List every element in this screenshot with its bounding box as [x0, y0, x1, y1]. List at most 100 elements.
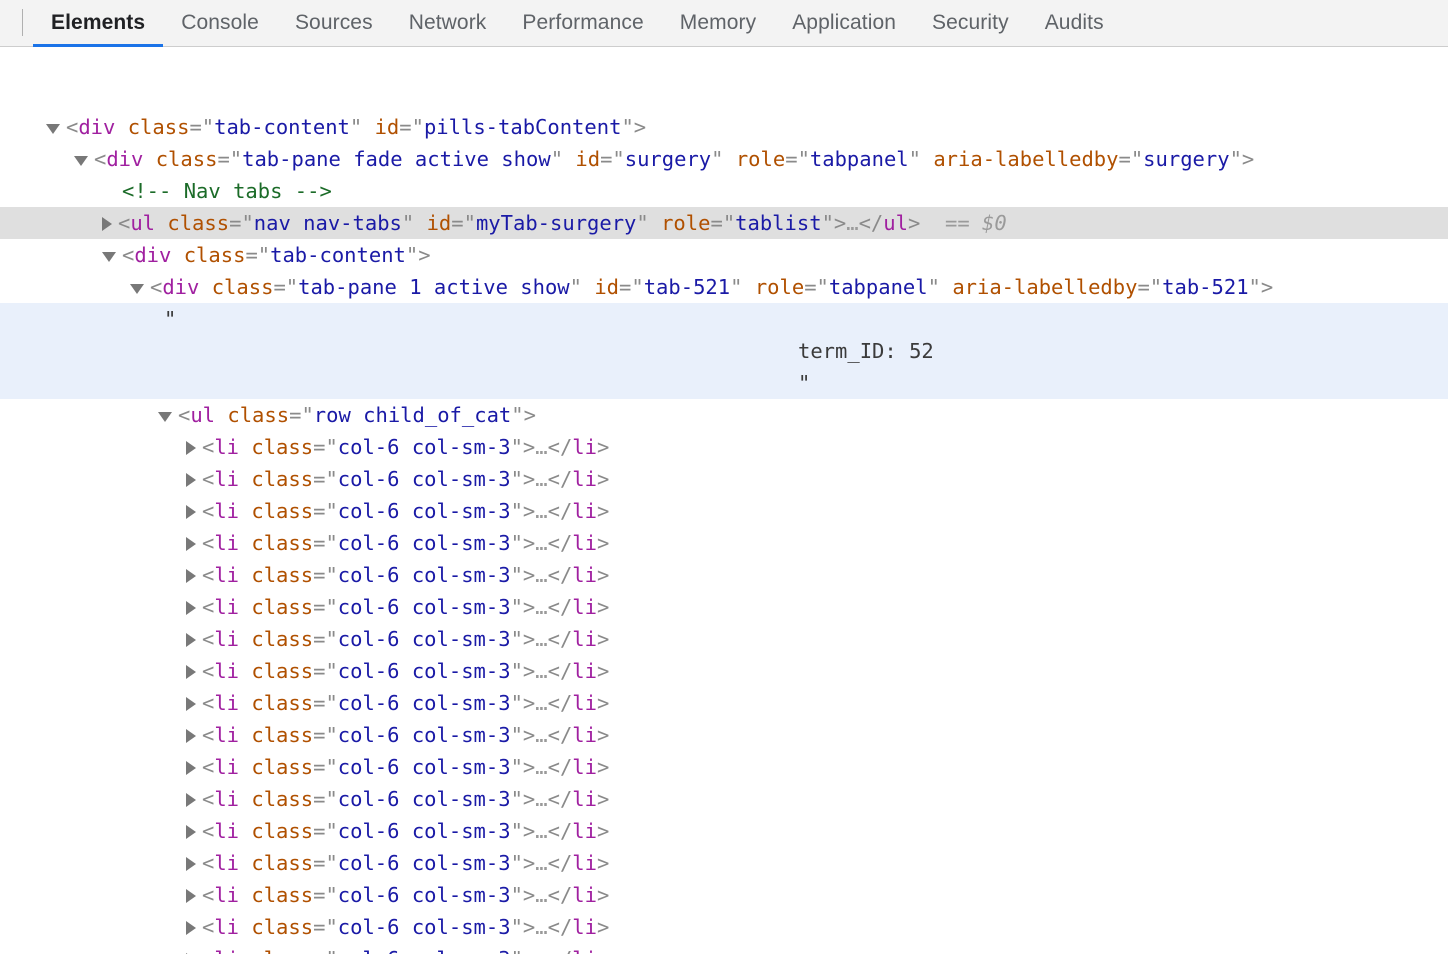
attribute-quote-close: " — [510, 659, 523, 683]
attribute-equals: = — [451, 211, 464, 235]
attribute-quote-open: " — [325, 723, 338, 747]
attribute-equals: = — [313, 819, 326, 843]
disclosure-triangle-collapsed-icon[interactable] — [186, 697, 196, 711]
disclosure-triangle-collapsed-icon[interactable] — [186, 505, 196, 519]
attribute-name: aria-labelledby — [952, 275, 1138, 299]
dom-element-row-li[interactable]: <li class="col-6 col-sm-3">…</li> — [0, 591, 1448, 623]
dom-element-row-li[interactable]: <li class="col-6 col-sm-3">…</li> — [0, 655, 1448, 687]
attribute-quote-open: " — [325, 819, 338, 843]
dom-element-row-li[interactable]: <li class="col-6 col-sm-3">…</li> — [0, 719, 1448, 751]
dom-element-row[interactable]: <div class="tab-content" id="pills-tabCo… — [0, 111, 1448, 143]
tab-application[interactable]: Application — [774, 0, 914, 46]
dom-element-row-li[interactable]: <li class="col-6 col-sm-3">…</li> — [0, 559, 1448, 591]
disclosure-triangle-expanded-icon[interactable] — [130, 284, 144, 294]
dom-element-row[interactable]: <ul class="nav nav-tabs" id="myTab-surge… — [0, 207, 1448, 239]
tab-performance[interactable]: Performance — [504, 0, 661, 46]
collapsed-children-ellipsis: … — [535, 691, 548, 715]
tab-memory[interactable]: Memory — [662, 0, 774, 46]
dom-element-row-li[interactable]: <li class="col-6 col-sm-3">…</li> — [0, 911, 1448, 943]
dom-element-row[interactable]: <div class="tab-pane 1 active show" id="… — [0, 271, 1448, 303]
angle-open: < — [202, 915, 215, 939]
dom-element-row-li[interactable]: <li class="col-6 col-sm-3">…</li> — [0, 623, 1448, 655]
tab-sources[interactable]: Sources — [277, 0, 391, 46]
disclosure-triangle-expanded-icon[interactable] — [46, 124, 60, 134]
dom-element-row-li[interactable]: <li class="col-6 col-sm-3">…</li> — [0, 751, 1448, 783]
dom-element-row-li[interactable]: <li class="col-6 col-sm-3">…</li> — [0, 495, 1448, 527]
dom-element-row-li[interactable]: <li class="col-6 col-sm-3">…</li> — [0, 815, 1448, 847]
angle-open: < — [118, 211, 131, 235]
attribute-value: col-6 col-sm-3 — [337, 595, 511, 619]
disclosure-triangle-expanded-icon[interactable] — [102, 252, 116, 262]
angle-open: < — [202, 787, 215, 811]
disclosure-triangle-expanded-icon[interactable] — [74, 156, 88, 166]
disclosure-triangle-collapsed-icon[interactable] — [186, 825, 196, 839]
attribute-name: class — [251, 659, 314, 683]
disclosure-triangle-collapsed-icon[interactable] — [186, 569, 196, 583]
attribute-quote-open: " — [257, 243, 271, 267]
disclosure-triangle-collapsed-icon[interactable] — [186, 921, 196, 935]
closing-tag-name: li — [572, 691, 597, 715]
dom-element-row-li[interactable]: <li class="col-6 col-sm-3">…</li> — [0, 783, 1448, 815]
collapsed-children-ellipsis: … — [535, 627, 548, 651]
angle-open: < — [202, 467, 215, 491]
attribute-quote-close: " — [510, 723, 523, 747]
tab-elements[interactable]: Elements — [33, 0, 164, 47]
disclosure-triangle-collapsed-icon[interactable] — [186, 601, 196, 615]
disclosure-triangle-expanded-icon[interactable] — [158, 412, 172, 422]
attribute-equals: = — [804, 275, 817, 299]
angle-open: < — [202, 435, 215, 459]
disclosure-triangle-collapsed-icon[interactable] — [186, 761, 196, 775]
tab-console[interactable]: Console — [163, 0, 277, 46]
disclosure-triangle-collapsed-icon[interactable] — [186, 633, 196, 647]
attribute-value: col-6 col-sm-3 — [337, 531, 511, 555]
attribute-quote-open: " — [797, 147, 810, 171]
disclosure-triangle-collapsed-icon[interactable] — [186, 889, 196, 903]
dom-element-row[interactable]: <div class="tab-pane fade active show" i… — [0, 143, 1448, 175]
dom-element-row-li[interactable]: <li class="col-6 col-sm-3">…</li> — [0, 847, 1448, 879]
dom-comment-row[interactable]: <!-- Nav tabs --> — [0, 175, 1448, 207]
dom-element-row-li[interactable]: <li class="col-6 col-sm-3">…</li> — [0, 431, 1448, 463]
dom-element-row-li[interactable]: <li class="col-6 col-sm-3">…</li> — [0, 879, 1448, 911]
attribute-quote-close: " — [711, 147, 724, 171]
tab-audits[interactable]: Audits — [1027, 0, 1122, 46]
dom-element-row-li[interactable]: <li class="col-6 col-sm-3">…</li> — [0, 687, 1448, 719]
disclosure-triangle-collapsed-icon[interactable] — [186, 729, 196, 743]
tab-security[interactable]: Security — [914, 0, 1027, 46]
tag-name: ul — [190, 403, 216, 427]
disclosure-triangle-collapsed-icon[interactable] — [186, 441, 196, 455]
attribute-value: col-6 col-sm-3 — [337, 627, 511, 651]
disclosure-triangle-collapsed-icon[interactable] — [102, 217, 112, 231]
closing-angle-close: > — [596, 883, 610, 907]
tab-network[interactable]: Network — [391, 0, 505, 46]
dom-element-row[interactable]: <div class="tab-content"> — [0, 239, 1448, 271]
dom-element-row-li[interactable]: <li class="col-6 col-sm-3">…</li> — [0, 463, 1448, 495]
attribute-quote-open: " — [325, 563, 338, 587]
disclosure-triangle-collapsed-icon[interactable] — [186, 473, 196, 487]
angle-open: < — [202, 499, 215, 523]
closing-angle-close: > — [907, 211, 921, 235]
attribute-quote-close: " — [510, 435, 523, 459]
dom-text-node[interactable]: " term_ID: 52 " — [0, 303, 1448, 399]
attribute-value: col-6 col-sm-3 — [337, 499, 511, 523]
disclosure-triangle-collapsed-icon[interactable] — [186, 857, 196, 871]
attribute-quote-open: " — [325, 883, 338, 907]
disclosure-triangle-collapsed-icon[interactable] — [186, 793, 196, 807]
dom-element-row[interactable]: <ul class="row child_of_cat"> — [0, 399, 1448, 431]
tag-name: li — [214, 435, 240, 459]
attribute-quote-open: " — [631, 275, 644, 299]
disclosure-triangle-collapsed-icon[interactable] — [186, 537, 196, 551]
dom-tree-panel[interactable]: <div class="tab-content" id="pills-tabCo… — [0, 47, 1448, 954]
tag-name: div — [162, 275, 200, 299]
dom-element-row-li[interactable]: <li class="col-6 col-sm-3">…</li> — [0, 943, 1448, 954]
attribute-equals: = — [313, 883, 326, 907]
closing-tag-name: li — [572, 947, 597, 954]
dom-element-row-li[interactable]: <li class="col-6 col-sm-3">…</li> — [0, 527, 1448, 559]
attribute-quote-open: " — [325, 659, 338, 683]
disclosure-triangle-collapsed-icon[interactable] — [186, 665, 196, 679]
